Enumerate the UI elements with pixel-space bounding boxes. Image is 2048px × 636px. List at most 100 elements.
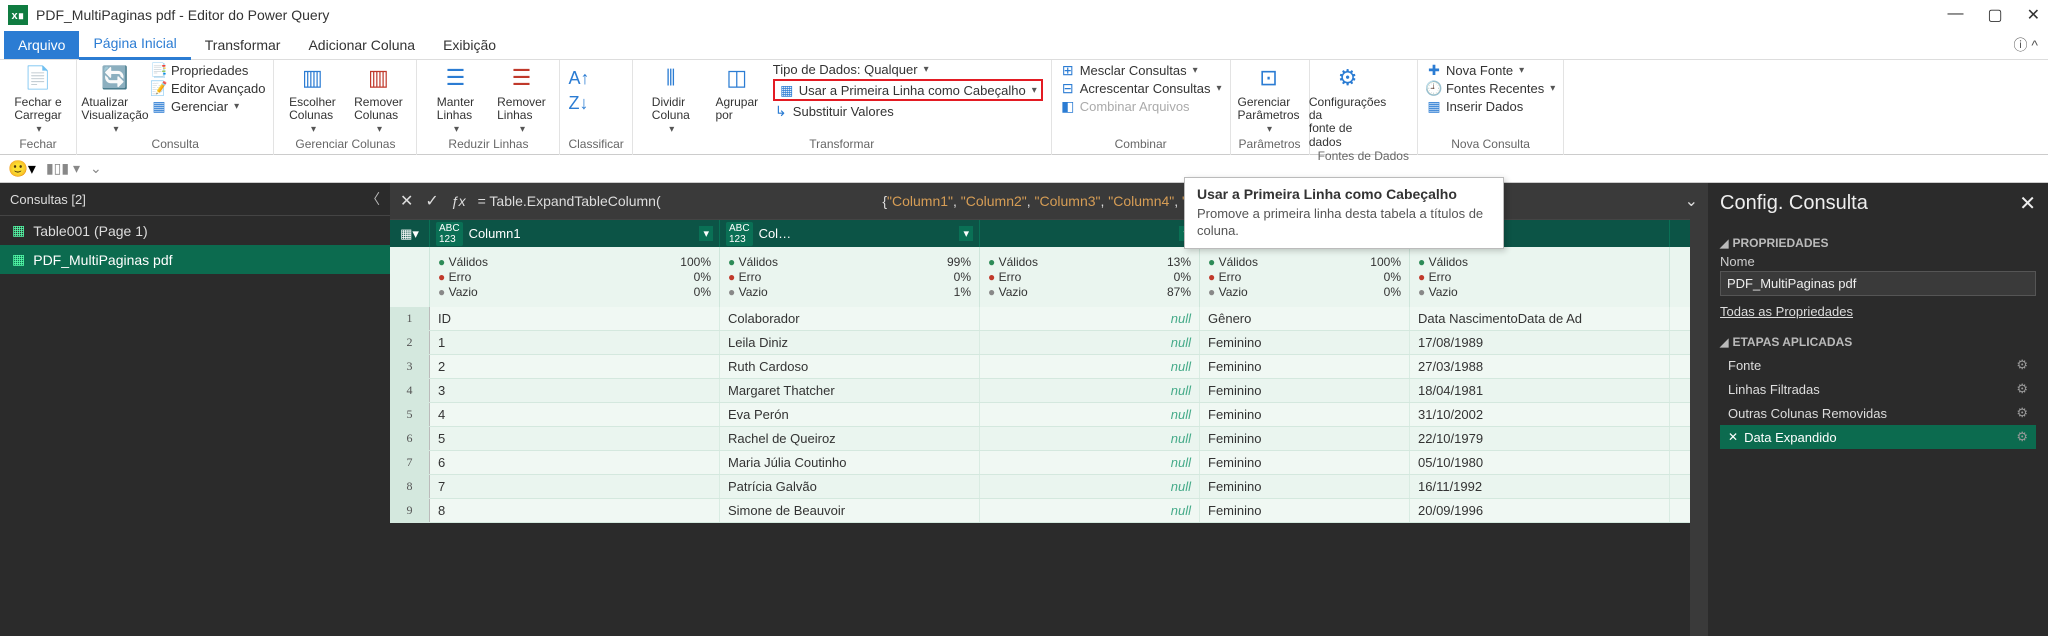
cell[interactable]: 1 [430, 331, 720, 354]
table-row[interactable]: 1IDColaboradornullGêneroData NascimentoD… [390, 307, 1690, 331]
help-button[interactable]: ⓘ ^ [2014, 35, 2038, 55]
gear-icon[interactable]: ⚙ [2016, 405, 2028, 421]
cell[interactable]: 4 [430, 403, 720, 426]
cell[interactable]: Colaborador [720, 307, 980, 330]
cell[interactable]: Feminino [1200, 451, 1410, 474]
manage-params-button[interactable]: ⊡Gerenciar Parâmetros [1239, 62, 1299, 135]
replace-values-button[interactable]: ↳Substituir Valores [773, 103, 1043, 119]
tab-addcolumn[interactable]: Adicionar Coluna [294, 31, 429, 59]
cell[interactable]: 27/03/1988 [1410, 355, 1670, 378]
cell[interactable]: 6 [430, 451, 720, 474]
group-by-button[interactable]: ◫Agrupar por [707, 62, 767, 122]
cell[interactable]: Maria Júlia Coutinho [720, 451, 980, 474]
barchart-icon[interactable]: ▮▯▮ ▾ [46, 160, 80, 177]
cell[interactable]: ID [430, 307, 720, 330]
cell[interactable]: 18/04/1981 [1410, 379, 1670, 402]
merge-queries-button[interactable]: ⊞Mesclar Consultas [1060, 62, 1222, 78]
cell[interactable]: null [980, 355, 1200, 378]
applied-step[interactable]: ✕Data Expandido⚙ [1720, 425, 2036, 449]
column-header[interactable]: ABC123Col…▾ [720, 220, 980, 247]
first-row-headers-button[interactable]: ▦Usar a Primeira Linha como Cabeçalho [773, 79, 1043, 101]
cell[interactable]: 2 [430, 355, 720, 378]
cell[interactable]: Margaret Thatcher [720, 379, 980, 402]
column-filter-button[interactable]: ▾ [959, 226, 973, 241]
cell[interactable]: Feminino [1200, 499, 1410, 522]
cell[interactable]: Leila Diniz [720, 331, 980, 354]
config-close-button[interactable]: ✕ [2019, 191, 2036, 216]
remove-columns-button[interactable]: ▥Remover Colunas [348, 62, 408, 135]
cell[interactable]: null [980, 403, 1200, 426]
formula-expand-button[interactable]: ⌄ [1685, 191, 1698, 211]
tab-transform[interactable]: Transformar [191, 31, 295, 59]
vertical-scrollbar[interactable] [1690, 219, 1708, 636]
cell[interactable]: null [980, 499, 1200, 522]
column-filter-button[interactable]: ▾ [699, 226, 713, 241]
cell[interactable]: Gênero [1200, 307, 1410, 330]
cell[interactable]: Feminino [1200, 331, 1410, 354]
cell[interactable]: null [980, 307, 1200, 330]
query-name-input[interactable] [1720, 271, 2036, 296]
formula-cancel-button[interactable]: ✕ [400, 191, 413, 211]
cell[interactable]: Patrícia Galvão [720, 475, 980, 498]
cell[interactable]: 20/09/1996 [1410, 499, 1670, 522]
close-load-button[interactable]: 📄Fechar e Carregar [8, 62, 68, 135]
cell[interactable]: 17/08/1989 [1410, 331, 1670, 354]
gear-icon[interactable]: ⚙ [2016, 381, 2028, 397]
cell[interactable]: null [980, 451, 1200, 474]
applied-step[interactable]: Fonte⚙ [1720, 353, 2036, 377]
cell[interactable]: Ruth Cardoso [720, 355, 980, 378]
table-row[interactable]: 76Maria Júlia CoutinhonullFeminino05/10/… [390, 451, 1690, 475]
formula-accept-button[interactable]: ✓ [425, 191, 438, 211]
gear-icon[interactable]: ⚙ [2016, 357, 2028, 373]
all-properties-link[interactable]: Todas as Propriedades [1720, 304, 2036, 319]
cell[interactable]: 05/10/1980 [1410, 451, 1670, 474]
sort-asc-button[interactable]: A↑ [568, 68, 589, 89]
properties-section-header[interactable]: PROPRIEDADES [1720, 236, 2036, 250]
queries-collapse-button[interactable]: 〈 [366, 189, 380, 209]
maximize-button[interactable]: ▢ [1987, 5, 2002, 25]
cell[interactable]: 22/10/1979 [1410, 427, 1670, 450]
cell[interactable]: 7 [430, 475, 720, 498]
delete-step-icon[interactable]: ✕ [1728, 430, 1738, 444]
gear-icon[interactable]: ⚙ [2016, 429, 2028, 445]
applied-step[interactable]: Linhas Filtradas⚙ [1720, 377, 2036, 401]
column-header[interactable]: ▾ [980, 220, 1200, 247]
sort-desc-button[interactable]: Z↓ [568, 93, 588, 114]
datasource-settings-button[interactable]: ⚙Configurações da fonte de dados [1318, 62, 1378, 149]
steps-section-header[interactable]: ETAPAS APLICADAS [1720, 335, 2036, 349]
cell[interactable]: 31/10/2002 [1410, 403, 1670, 426]
manage-button[interactable]: ▦Gerenciar [151, 98, 265, 114]
table-row[interactable]: 98Simone de BeauvoirnullFeminino20/09/19… [390, 499, 1690, 523]
column-header[interactable]: ABC123Column1▾ [430, 220, 720, 247]
keep-rows-button[interactable]: ☰Manter Linhas [425, 62, 485, 135]
cell[interactable]: Feminino [1200, 379, 1410, 402]
tab-home[interactable]: Página Inicial [79, 29, 190, 60]
cell[interactable]: null [980, 475, 1200, 498]
cell[interactable]: Feminino [1200, 403, 1410, 426]
applied-step[interactable]: Outras Colunas Removidas⚙ [1720, 401, 2036, 425]
new-source-button[interactable]: ✚Nova Fonte [1426, 62, 1555, 78]
choose-columns-button[interactable]: ▥Escolher Colunas [282, 62, 342, 135]
properties-button[interactable]: 📑Propriedades [151, 62, 265, 78]
cell[interactable]: null [980, 331, 1200, 354]
table-row[interactable]: 54Eva PerónnullFeminino31/10/2002 [390, 403, 1690, 427]
cell[interactable]: 8 [430, 499, 720, 522]
cell[interactable]: Rachel de Queiroz [720, 427, 980, 450]
recent-sources-button[interactable]: 🕘Fontes Recentes [1426, 80, 1555, 96]
table-row[interactable]: 43Margaret ThatchernullFeminino18/04/198… [390, 379, 1690, 403]
combine-files-button[interactable]: ◧Combinar Arquivos [1060, 98, 1222, 114]
select-all-corner[interactable]: ▦▾ [390, 220, 430, 247]
cell[interactable]: null [980, 379, 1200, 402]
table-row[interactable]: 87Patrícia GalvãonullFeminino16/11/1992 [390, 475, 1690, 499]
remove-rows-button[interactable]: ☰Remover Linhas [491, 62, 551, 135]
query-item[interactable]: ▦PDF_MultiPaginas pdf [0, 245, 390, 274]
split-column-button[interactable]: ⫴Dividir Coluna [641, 62, 701, 135]
append-queries-button[interactable]: ⊟Acrescentar Consultas [1060, 80, 1222, 96]
cell[interactable]: Feminino [1200, 475, 1410, 498]
cell[interactable]: null [980, 427, 1200, 450]
tab-file[interactable]: Arquivo [4, 31, 79, 59]
refresh-preview-button[interactable]: 🔄Atualizar Visualização [85, 62, 145, 135]
table-row[interactable]: 65Rachel de QueiroznullFeminino22/10/197… [390, 427, 1690, 451]
quickbar-overflow[interactable]: ⌄ [90, 160, 102, 177]
datatype-button[interactable]: Tipo de Dados: Qualquer [773, 62, 1043, 77]
